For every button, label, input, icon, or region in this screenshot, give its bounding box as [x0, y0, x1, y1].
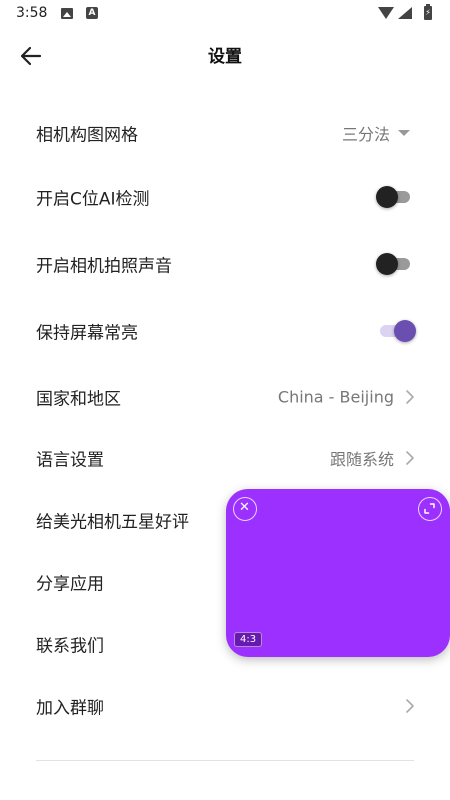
- setting-label: 给美光相机五星好评: [36, 512, 189, 533]
- chevron-right-icon: [406, 699, 414, 713]
- setting-c-ai-detection[interactable]: 开启C位AI检测: [0, 166, 450, 228]
- c-ai-toggle[interactable]: [376, 186, 416, 208]
- aspect-ratio-badge[interactable]: 4:3: [234, 632, 263, 647]
- page-title: 设置: [208, 47, 242, 67]
- status-time: 3:58: [16, 5, 48, 21]
- floating-camera-preview[interactable]: ✕ 4:3: [226, 489, 450, 657]
- toggle-thumb: [394, 320, 416, 342]
- setting-value: 跟随系统: [329, 450, 394, 469]
- toggle-thumb: [376, 186, 398, 208]
- wifi-icon: [378, 7, 394, 19]
- setting-keep-screen-on[interactable]: 保持屏幕常亮: [0, 300, 450, 362]
- close-icon: ✕: [239, 500, 250, 515]
- app-notification-icon: A: [86, 7, 98, 19]
- setting-label: 国家和地区: [36, 389, 121, 410]
- setting-label: 开启相机拍照声音: [36, 256, 172, 277]
- setting-language[interactable]: 语言设置 跟随系统: [0, 427, 450, 489]
- setting-label: 相机构图网格: [36, 125, 138, 146]
- dropdown-caret-icon: [398, 130, 410, 136]
- setting-camera-grid[interactable]: 相机构图网格 三分法: [0, 102, 450, 164]
- setting-join-group[interactable]: 加入群聊: [0, 675, 450, 737]
- setting-label: 开启C位AI检测: [36, 189, 150, 210]
- toggle-thumb: [376, 253, 398, 275]
- setting-label: 加入群聊: [36, 698, 104, 719]
- expand-preview-button[interactable]: [418, 497, 442, 521]
- setting-label: 分享应用: [36, 574, 104, 595]
- gallery-notification-icon: [61, 8, 73, 19]
- shutter-sound-toggle[interactable]: [376, 253, 416, 275]
- close-preview-button[interactable]: ✕: [233, 497, 257, 521]
- status-bar: 3:58 A: [0, 0, 450, 28]
- chevron-right-icon: [406, 390, 414, 404]
- setting-label: 保持屏幕常亮: [36, 323, 138, 344]
- setting-value: 三分法: [341, 125, 390, 144]
- expand-icon: [424, 503, 435, 514]
- signal-icon: [398, 7, 412, 19]
- setting-value: China - Beijing: [277, 387, 394, 407]
- setting-label: 联系我们: [36, 636, 104, 657]
- setting-shutter-sound[interactable]: 开启相机拍照声音: [0, 233, 450, 295]
- battery-charging-icon: [424, 4, 432, 20]
- app-bar: 设置: [0, 28, 450, 84]
- chevron-right-icon: [406, 451, 414, 465]
- list-divider: [36, 760, 414, 761]
- setting-country-region[interactable]: 国家和地区 China - Beijing: [0, 366, 450, 428]
- setting-label: 语言设置: [36, 450, 104, 471]
- keep-screen-on-toggle[interactable]: [376, 320, 416, 342]
